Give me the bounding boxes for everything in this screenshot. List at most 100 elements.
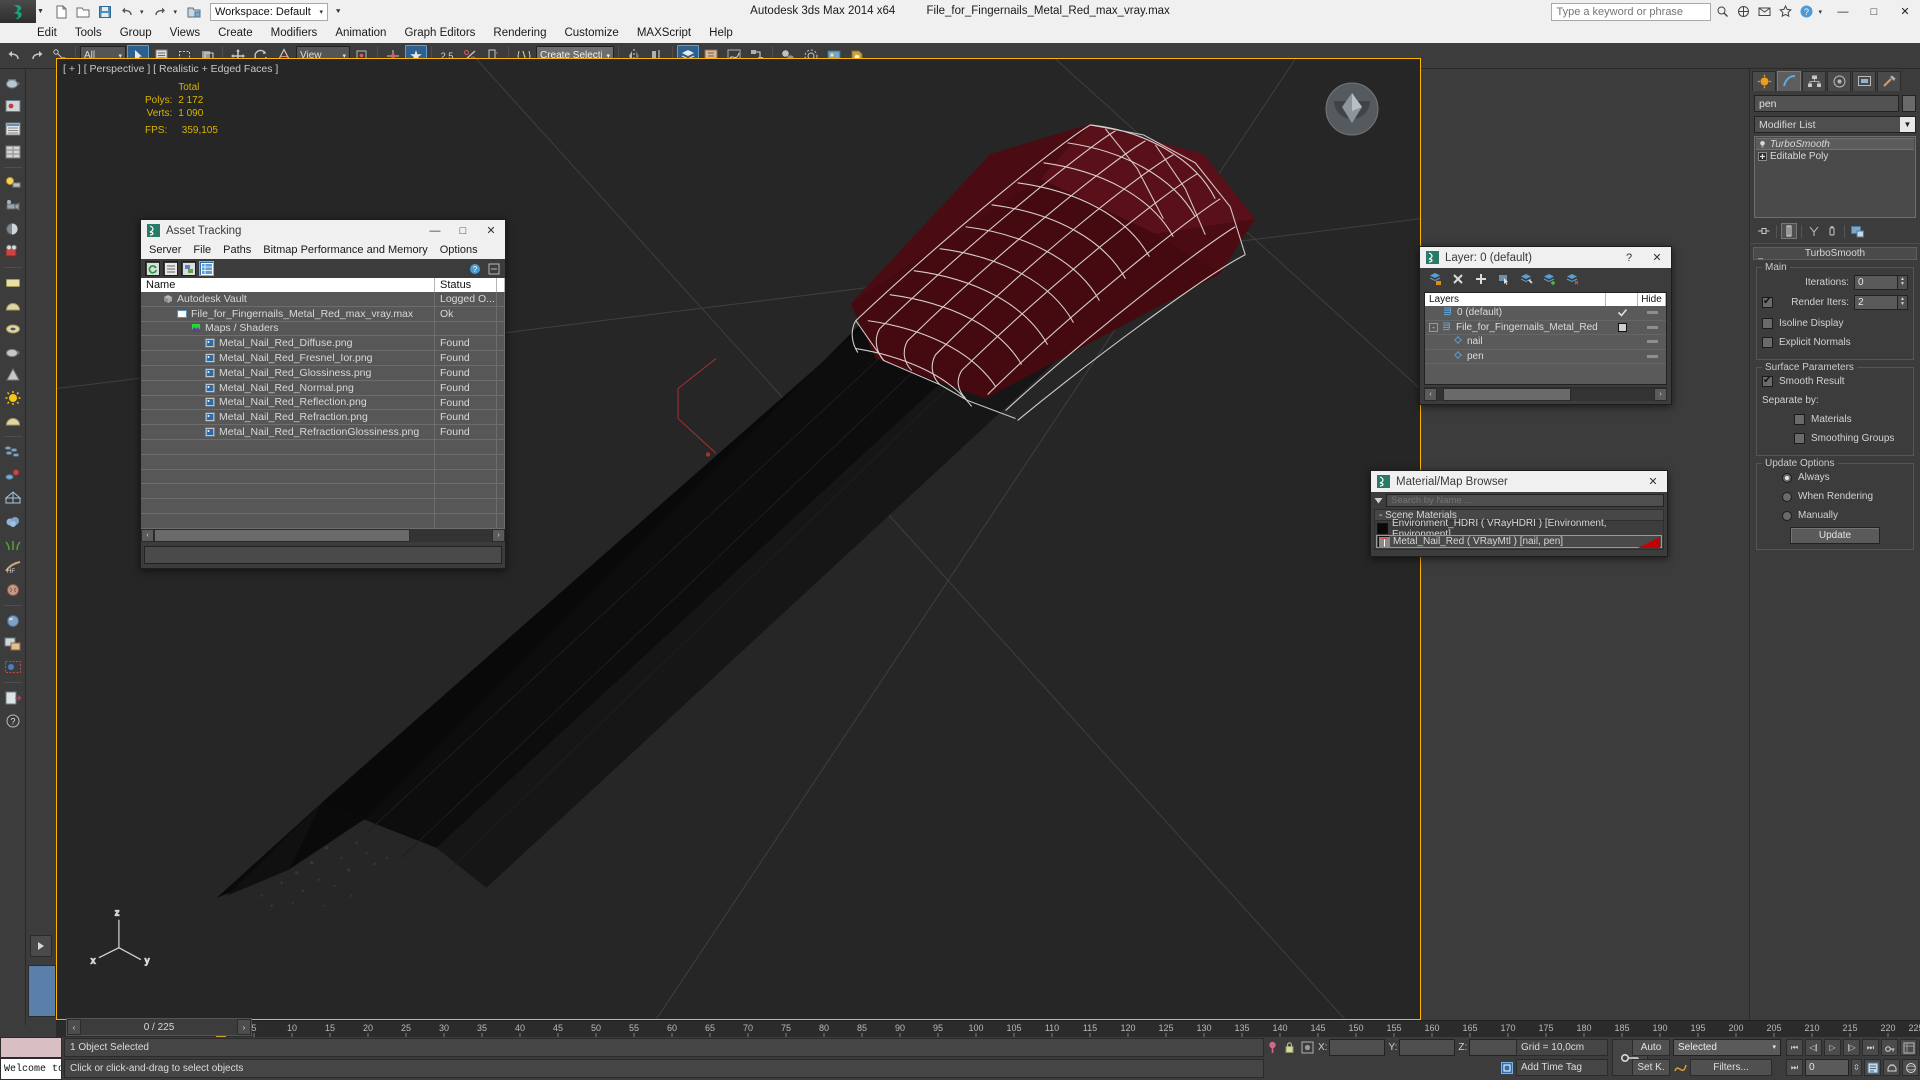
iterations-spinner[interactable]: ▲▼ <box>1854 274 1908 290</box>
coord-x[interactable]: X: <box>1318 1039 1386 1056</box>
add-time-tag-button[interactable]: Add Time Tag <box>1516 1059 1608 1076</box>
viewcube[interactable] <box>1324 81 1380 137</box>
open-file-button[interactable] <box>73 2 93 21</box>
space-warp-icon[interactable] <box>2 464 24 486</box>
scroll-right-icon[interactable]: › <box>1654 387 1667 401</box>
list-assets-icon[interactable] <box>163 261 178 276</box>
scrollb-track[interactable] <box>1437 387 1654 401</box>
tab-utilities[interactable] <box>1877 71 1901 91</box>
auto-key-button[interactable]: Auto <box>1632 1039 1670 1056</box>
menu-item-modifiers[interactable]: Modifiers <box>262 23 327 43</box>
separate-smoothing-groups-row[interactable]: Smoothing Groups <box>1762 431 1908 446</box>
update-when-rendering-row[interactable]: When Rendering <box>1762 489 1908 504</box>
torus-primitive-icon[interactable] <box>2 318 24 340</box>
video-camera-icon[interactable] <box>2 241 24 263</box>
smooth-result-checkbox[interactable] <box>1762 375 1773 387</box>
layer-close-button[interactable]: ✕ <box>1643 247 1671 268</box>
pan-view-icon[interactable] <box>1883 1059 1900 1076</box>
table-row-empty[interactable] <box>141 499 505 514</box>
helper-object-icon[interactable] <box>2 487 24 509</box>
asset-menu-paths[interactable]: Paths <box>223 244 258 256</box>
viewport-navigation-box[interactable] <box>28 965 56 1017</box>
table-row-empty[interactable] <box>141 454 505 470</box>
table-view-icon[interactable] <box>199 261 214 276</box>
redo-button[interactable] <box>150 2 170 21</box>
hair-fur-icon[interactable]: HF <box>2 556 24 578</box>
tab-hierarchy[interactable] <box>1802 71 1826 91</box>
list-item[interactable]: Environment_HDRI ( VRayHDRI ) [Environme… <box>1376 518 1662 540</box>
prev-frame-button[interactable]: ‹ <box>67 1019 81 1035</box>
layer-horizontal-scrollbar[interactable]: ‹ › <box>1424 387 1667 401</box>
resolve-paths-icon[interactable] <box>181 261 196 276</box>
scroll-left-icon[interactable]: ‹ <box>141 529 154 543</box>
stack-item-editable-poly[interactable]: Editable Poly <box>1756 150 1914 162</box>
table-row-empty[interactable] <box>141 469 505 485</box>
select-objects-in-layer-icon[interactable] <box>1497 272 1511 286</box>
table-row[interactable]: File_for_Fingernails_Metal_Red_max_vray.… <box>141 306 505 322</box>
scroll-left-icon[interactable]: ‹ <box>1424 387 1437 401</box>
layer-dialog-titlebar[interactable]: Layer: 0 (default) ? ✕ <box>1420 247 1671 268</box>
go-to-start-button[interactable]: ⏮ <box>1786 1039 1803 1056</box>
render-iters-checkbox[interactable] <box>1762 296 1773 308</box>
object-color-swatch[interactable] <box>1902 95 1916 112</box>
asset-horizontal-scrollbar[interactable]: ‹ › <box>141 528 505 543</box>
sphere-primitive-icon[interactable] <box>2 295 24 317</box>
menu-item-help[interactable]: Help <box>700 23 742 43</box>
column-header-status[interactable]: Status <box>435 278 497 292</box>
grid-view-icon[interactable] <box>2 141 24 163</box>
asset-tracking-titlebar[interactable]: Asset Tracking — □ ✕ <box>141 220 505 241</box>
table-row[interactable]: Metal_Nail_Red_Fresnel_Ior.png Found <box>141 351 505 366</box>
table-row[interactable]: Metal_Nail_Red_Reflection.png Found <box>141 395 505 411</box>
keyword-search-input[interactable] <box>1551 2 1712 21</box>
add-to-layer-icon[interactable] <box>1543 272 1557 286</box>
rollout-collapse-icon[interactable]: _ <box>1758 249 1763 259</box>
tab-create[interactable] <box>1752 71 1776 91</box>
layer-dialog[interactable]: Layer: 0 (default) ? ✕ Layers Hide 0 (de… <box>1419 246 1672 405</box>
asset-menu-server[interactable]: Server <box>149 244 188 256</box>
iterations-input[interactable] <box>1854 274 1898 290</box>
menu-item-edit[interactable]: Edit <box>28 23 66 43</box>
communication-center-icon[interactable] <box>1754 2 1774 22</box>
select-highlighted-layer-icon[interactable] <box>1520 272 1534 286</box>
shading-object-icon[interactable] <box>2 218 24 240</box>
lightbulb-icon[interactable] <box>1758 140 1767 149</box>
list-item[interactable]: - File_for_Fingernails_Metal_Red <box>1425 321 1666 335</box>
menu-item-graph-editors[interactable]: Graph Editors <box>395 23 484 43</box>
layer-hide-toggle[interactable] <box>1638 311 1666 315</box>
asset-settings-icon[interactable] <box>486 261 501 276</box>
explicit-normals-row[interactable]: Explicit Normals <box>1762 335 1908 350</box>
selection-lock-icon[interactable] <box>1282 1039 1296 1056</box>
layer-column-current[interactable] <box>1606 293 1638 306</box>
menu-item-views[interactable]: Views <box>161 23 209 43</box>
isoline-display-row[interactable]: Isoline Display <box>1762 316 1908 331</box>
delete-layer-icon[interactable] <box>1451 272 1465 286</box>
layer-hide-toggle[interactable] <box>1638 354 1666 358</box>
table-row[interactable]: Maps / Shaders <box>141 321 505 337</box>
app-logo-button[interactable] <box>0 0 36 23</box>
rollout-header[interactable]: _ TurboSmooth <box>1753 247 1917 260</box>
list-item[interactable]: 0 (default) <box>1425 306 1666 321</box>
table-row[interactable]: Metal_Nail_Red_Refraction.png Found <box>141 410 505 426</box>
table-row-empty[interactable] <box>141 484 505 500</box>
sun-light-icon[interactable] <box>2 387 24 409</box>
time-configuration-button[interactable] <box>1900 1039 1917 1056</box>
save-file-button[interactable] <box>95 2 115 21</box>
redo-toolbar-button[interactable] <box>26 45 48 67</box>
stack-item-turbosmooth[interactable]: TurboSmooth <box>1756 138 1914 150</box>
material-browser-close-button[interactable]: ✕ <box>1639 471 1667 492</box>
close-window-button[interactable]: ✕ <box>1890 0 1920 23</box>
material-map-browser-dialog[interactable]: Material/Map Browser ✕ - Scene Materials… <box>1370 470 1668 557</box>
asset-menu-bitmap-performance[interactable]: Bitmap Performance and Memory <box>263 244 434 256</box>
iterations-spin-buttons[interactable]: ▲ ▼ <box>1898 274 1908 290</box>
tab-motion[interactable] <box>1827 71 1851 91</box>
menu-item-rendering[interactable]: Rendering <box>484 23 555 43</box>
render-iters-spinner[interactable]: ▲▼ <box>1854 294 1908 310</box>
key-filters-button[interactable]: Filters... <box>1690 1059 1772 1076</box>
modifier-stack[interactable]: TurboSmooth Editable Poly <box>1754 136 1916 218</box>
undo-dropdown-icon[interactable]: ▾ <box>140 8 144 16</box>
key-filter-selected-combo[interactable]: Selected ▾ <box>1673 1039 1781 1056</box>
material-search-input[interactable] <box>1386 493 1664 507</box>
render-region-icon[interactable] <box>2 656 24 678</box>
maxscript-listener-field[interactable]: Welcome to <box>0 1058 62 1080</box>
cone-primitive-icon[interactable] <box>2 364 24 386</box>
